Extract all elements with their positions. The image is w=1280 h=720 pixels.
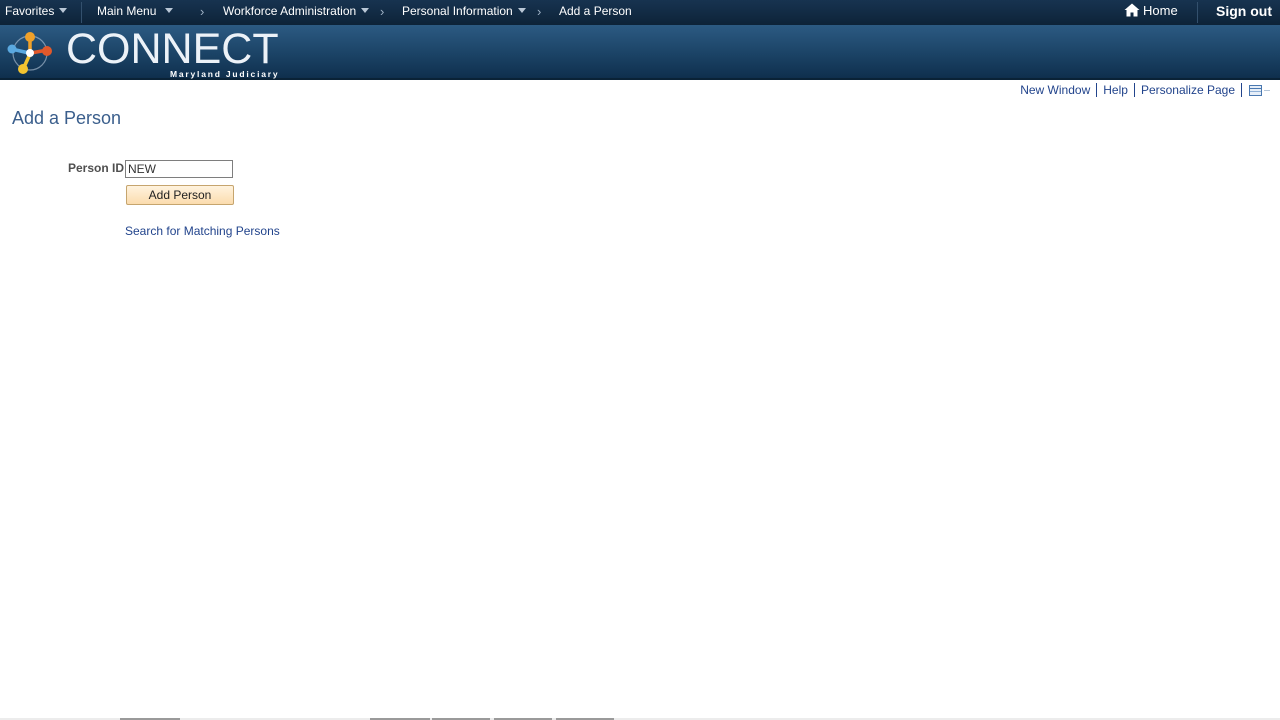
breadcrumb-label: Personal Information	[402, 4, 513, 18]
chevron-down-icon	[361, 7, 370, 13]
breadcrumb-label: Workforce Administration	[223, 4, 357, 18]
top-nav-bar: Favorites Main Menu › Workforce Administ…	[0, 0, 1280, 25]
breadcrumb-separator-icon: ›	[380, 4, 385, 19]
chevron-down-icon	[165, 7, 174, 13]
favorites-menu[interactable]: Favorites	[5, 0, 68, 25]
breadcrumb-workforce-administration[interactable]: Workforce Administration	[223, 0, 370, 25]
page-title: Add a Person	[12, 108, 122, 128]
link-divider	[1133, 83, 1135, 97]
chevron-down-icon	[517, 7, 526, 13]
banner: CONNECT Maryland Judiciary	[0, 25, 1280, 80]
home-label: Home	[1143, 3, 1178, 18]
page-layout-icon[interactable]	[1249, 84, 1262, 96]
main-menu-label: Main Menu	[97, 4, 157, 18]
home-icon	[1124, 3, 1140, 17]
person-id-label: Person ID	[68, 161, 125, 175]
breadcrumb-label: Add a Person	[559, 4, 632, 18]
link-divider	[1096, 83, 1098, 97]
connect-logo-icon	[7, 32, 52, 74]
help-link[interactable]: Help	[1103, 83, 1128, 97]
person-id-input[interactable]	[125, 160, 233, 178]
main-menu[interactable]: Main Menu	[97, 0, 174, 25]
chevron-down-icon	[59, 7, 68, 13]
page-toolbar: New Window Help Personalize Page	[1020, 82, 1270, 98]
breadcrumb-add-a-person[interactable]: Add a Person	[559, 0, 632, 25]
sign-out-link[interactable]: Sign out	[1216, 0, 1272, 25]
favorites-label: Favorites	[5, 4, 55, 18]
search-matching-persons-link[interactable]: Search for Matching Persons	[125, 224, 280, 238]
breadcrumb-separator-icon: ›	[200, 4, 205, 19]
personalize-page-link[interactable]: Personalize Page	[1141, 83, 1235, 97]
new-window-link[interactable]: New Window	[1020, 83, 1090, 97]
logo-subtitle: Maryland Judiciary	[170, 69, 280, 79]
nav-divider	[81, 2, 82, 23]
logo-title: CONNECT	[66, 25, 279, 73]
home-link[interactable]: Home	[1124, 0, 1178, 25]
add-person-button[interactable]: Add Person	[126, 185, 234, 205]
divider	[1264, 89, 1270, 91]
link-divider	[1241, 83, 1242, 97]
breadcrumb-separator-icon: ›	[537, 4, 542, 19]
breadcrumb-personal-information[interactable]: Personal Information	[402, 0, 526, 25]
nav-divider	[1197, 2, 1198, 23]
